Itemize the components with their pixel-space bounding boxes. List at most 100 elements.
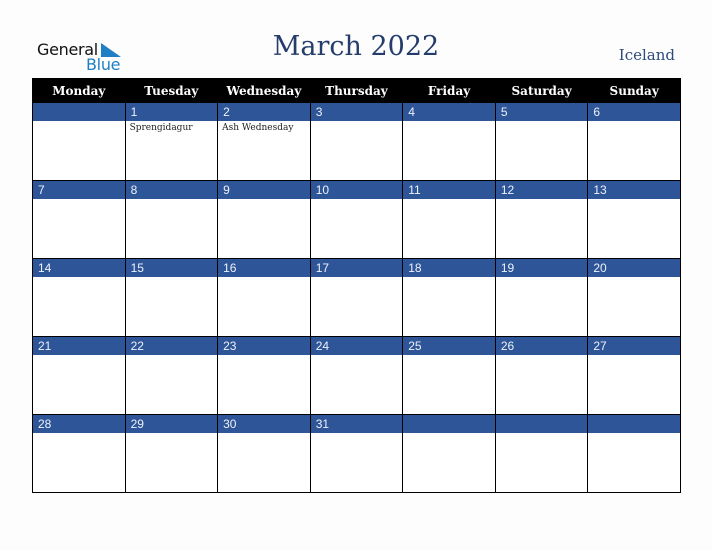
day-number: 26	[495, 337, 588, 355]
day-cell[interactable]	[402, 414, 496, 493]
day-event	[403, 355, 495, 414]
day-cell[interactable]: 31	[309, 414, 404, 493]
day-event	[218, 277, 310, 336]
calendar-title: March 2022	[272, 31, 440, 62]
day-number: 14	[33, 259, 125, 277]
day-cell[interactable]: 28	[32, 414, 126, 493]
day-number: 23	[218, 337, 310, 355]
day-number	[495, 415, 588, 433]
day-cell[interactable]: 7	[32, 180, 126, 259]
day-event	[126, 199, 218, 258]
day-cell[interactable]: 10	[309, 180, 404, 259]
day-cell[interactable]: 19	[494, 258, 589, 337]
day-cell[interactable]: 13	[587, 180, 681, 259]
weekday-header: Sunday	[587, 78, 681, 103]
week-row: 21 22 23 24 25 26 27	[32, 336, 681, 415]
day-number: 19	[495, 259, 588, 277]
day-cell[interactable]: 30	[217, 414, 311, 493]
day-cell[interactable]: 22	[124, 336, 219, 415]
day-event	[33, 277, 125, 336]
day-number: 28	[33, 415, 125, 433]
day-event	[588, 199, 680, 258]
day-event	[311, 121, 403, 180]
day-cell[interactable]: 12	[494, 180, 589, 259]
weekday-header-row: Monday Tuesday Wednesday Thursday Friday…	[32, 78, 681, 103]
day-cell[interactable]: 27	[587, 336, 681, 415]
day-event	[311, 433, 403, 492]
calendar-grid: Monday Tuesday Wednesday Thursday Friday…	[32, 78, 681, 493]
week-row: 7 8 9 10 11 12 13	[32, 180, 681, 259]
week-row: 1 Sprengidagur 2 Ash Wednesday 3 4 5 6	[32, 102, 681, 181]
day-cell[interactable]: 5	[494, 102, 589, 181]
day-cell[interactable]: 24	[309, 336, 404, 415]
day-number: 10	[310, 181, 403, 199]
day-cell[interactable]: 25	[402, 336, 496, 415]
day-number: 21	[33, 337, 125, 355]
day-cell[interactable]: 16	[217, 258, 311, 337]
day-event	[33, 355, 125, 414]
day-number: 11	[403, 181, 495, 199]
day-event	[218, 199, 310, 258]
day-cell[interactable]: 18	[402, 258, 496, 337]
day-cell[interactable]: 26	[494, 336, 589, 415]
weekday-header: Saturday	[494, 78, 589, 103]
day-event	[496, 121, 588, 180]
day-number	[33, 103, 125, 121]
day-number: 31	[310, 415, 403, 433]
day-event	[496, 355, 588, 414]
weekday-header: Monday	[32, 78, 126, 103]
day-event	[33, 433, 125, 492]
day-event	[126, 277, 218, 336]
day-cell[interactable]: 23	[217, 336, 311, 415]
day-event	[33, 199, 125, 258]
day-cell[interactable]: 17	[309, 258, 404, 337]
day-event	[588, 355, 680, 414]
day-event	[218, 355, 310, 414]
day-cell[interactable]: 6	[587, 102, 681, 181]
day-event	[588, 433, 680, 492]
day-number: 7	[33, 181, 125, 199]
day-number: 2	[218, 103, 310, 121]
day-event: Sprengidagur	[129, 123, 193, 133]
day-number: 20	[588, 259, 680, 277]
day-cell[interactable]: 9	[217, 180, 311, 259]
day-event: Ash Wednesday	[222, 123, 294, 133]
week-row: 14 15 16 17 18 19 20	[32, 258, 681, 337]
day-number	[588, 415, 680, 433]
day-event	[403, 121, 495, 180]
day-cell[interactable]	[587, 414, 681, 493]
day-cell[interactable]: 21	[32, 336, 126, 415]
day-event	[588, 277, 680, 336]
day-cell[interactable]: 8	[124, 180, 219, 259]
day-cell[interactable]: 11	[402, 180, 496, 259]
day-number: 17	[310, 259, 403, 277]
day-event	[33, 121, 125, 180]
day-number: 29	[125, 415, 218, 433]
day-cell[interactable]: 29	[124, 414, 219, 493]
day-number: 1	[125, 103, 218, 121]
day-cell[interactable]: 4	[402, 102, 496, 181]
day-cell[interactable]: 3	[309, 102, 404, 181]
day-event	[588, 121, 680, 180]
day-event	[496, 277, 588, 336]
day-number: 15	[125, 259, 218, 277]
day-event	[496, 199, 588, 258]
day-cell[interactable]: 15	[124, 258, 219, 337]
day-event	[403, 277, 495, 336]
day-event	[403, 433, 495, 492]
day-number: 16	[218, 259, 310, 277]
day-cell[interactable]	[494, 414, 589, 493]
country-label: Iceland	[618, 46, 675, 64]
day-number: 9	[218, 181, 310, 199]
day-cell[interactable]: 1 Sprengidagur	[124, 102, 219, 181]
day-number	[403, 415, 495, 433]
day-cell[interactable]: 20	[587, 258, 681, 337]
day-cell[interactable]: 14	[32, 258, 126, 337]
day-number: 12	[495, 181, 588, 199]
day-cell[interactable]	[32, 102, 126, 181]
day-event	[218, 433, 310, 492]
day-cell[interactable]: 2 Ash Wednesday	[217, 102, 311, 181]
day-number: 13	[588, 181, 680, 199]
day-event	[126, 355, 218, 414]
day-number: 27	[588, 337, 680, 355]
